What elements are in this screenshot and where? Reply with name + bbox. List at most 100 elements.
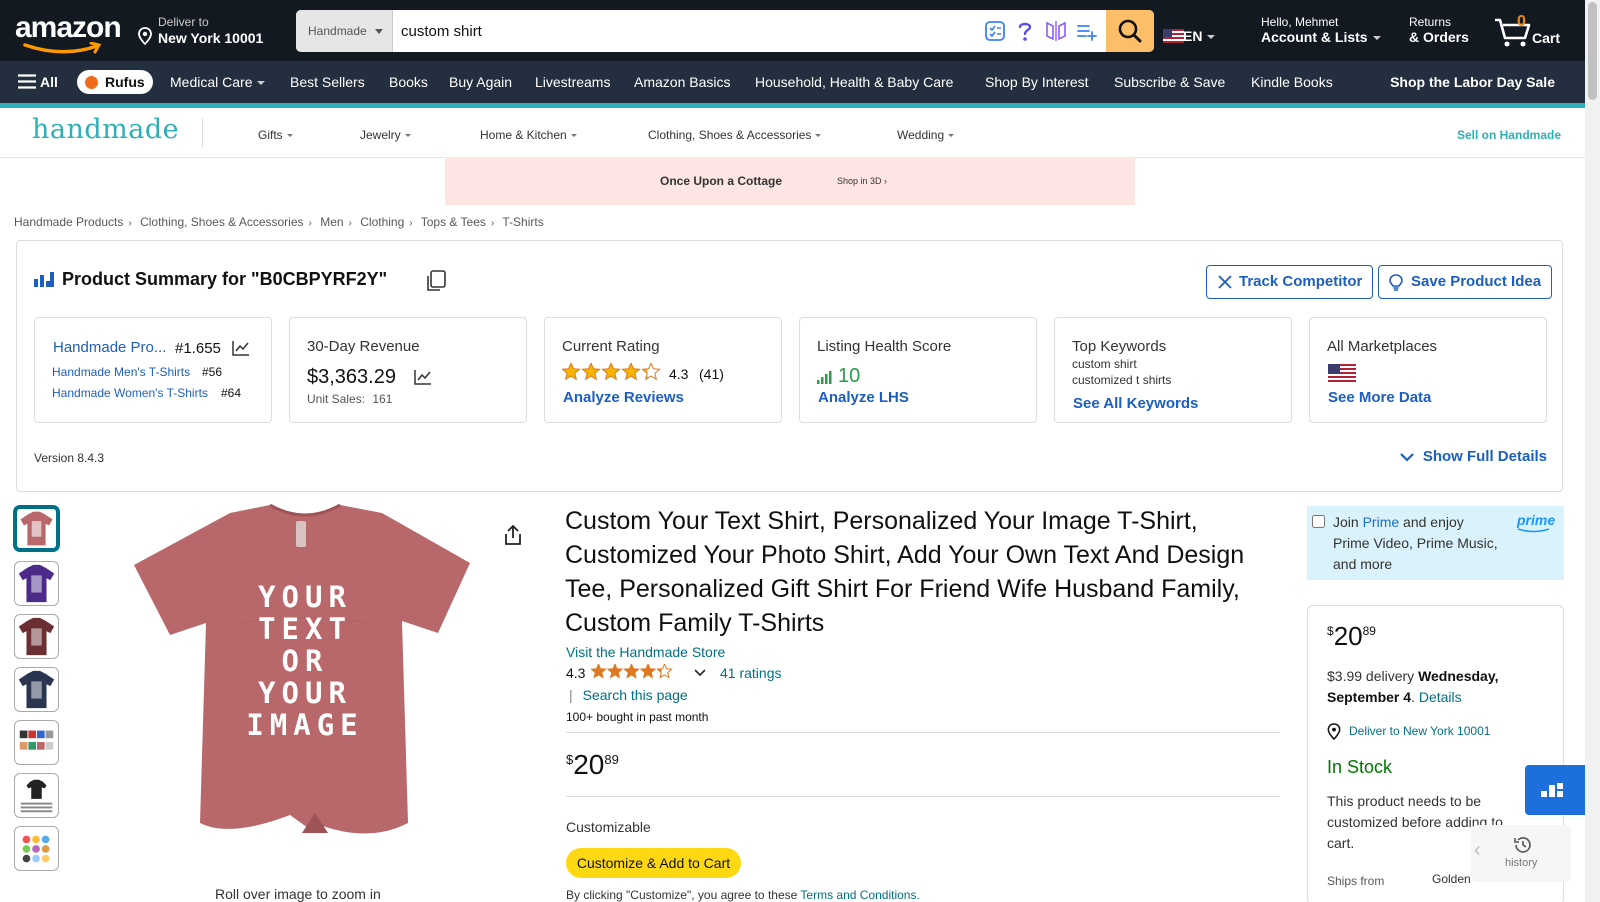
nav-item-medical-care[interactable]: Medical Care xyxy=(170,74,266,90)
thumbnail-image[interactable] xyxy=(14,561,59,606)
marketplaces-title: All Marketplaces xyxy=(1327,338,1438,355)
nav-item-kindle-books[interactable]: Kindle Books xyxy=(1251,74,1333,90)
scrollbar-thumb[interactable] xyxy=(1588,2,1597,100)
delivery-details-link[interactable]: Details xyxy=(1419,689,1462,705)
brand-banner-ad[interactable]: Once Upon a Cottage Shop in 3D › xyxy=(445,157,1135,205)
nav-item-buy-again[interactable]: Buy Again xyxy=(449,74,512,90)
main-category-link[interactable]: Handmade Pro... xyxy=(53,339,166,356)
prime-offer-text: Join Prime and enjoy Prime Video, Prime … xyxy=(1333,512,1503,575)
delivery-prefix: $3.99 delivery xyxy=(1327,668,1419,684)
breadcrumb-item[interactable]: Tops & Tees xyxy=(421,215,486,229)
handmade-logo[interactable]: handmade xyxy=(32,114,179,145)
compare-extension-icon[interactable] xyxy=(1044,20,1068,42)
join-prime-checkbox[interactable] xyxy=(1312,515,1325,528)
thumbnail-image[interactable] xyxy=(14,614,59,659)
smile-arrow-icon xyxy=(23,42,102,54)
rufus-button[interactable]: Rufus xyxy=(77,70,153,94)
product-summary-panel: Product Summary for "B0CBPYRF2Y" Track C… xyxy=(16,240,1563,492)
nav-item-best-sellers[interactable]: Best Sellers xyxy=(290,74,365,90)
show-full-details-toggle[interactable]: Show Full Details xyxy=(1399,448,1547,465)
customize-add-to-cart-button[interactable]: Customize & Add to Cart xyxy=(566,848,741,878)
handmade-tab-wedding[interactable]: Wedding xyxy=(897,128,955,142)
show-full-details-label: Show Full Details xyxy=(1422,448,1547,465)
save-product-idea-button[interactable]: Save Product Idea xyxy=(1378,265,1553,299)
track-competitor-button[interactable]: Track Competitor xyxy=(1206,265,1374,299)
ratings-count-link[interactable]: 41 ratings xyxy=(720,665,781,681)
question-extension-icon[interactable] xyxy=(1016,20,1034,42)
prime-logo-text: prime xyxy=(1517,512,1556,528)
search-department-select[interactable]: Handmade xyxy=(296,10,393,52)
trend-chart-icon[interactable] xyxy=(232,340,250,356)
hamburger-menu-icon xyxy=(18,74,36,89)
handmade-tab-home-kitchen[interactable]: Home & Kitchen xyxy=(480,128,577,142)
labor-day-sale-link[interactable]: Shop the Labor Day Sale xyxy=(1390,74,1555,90)
bought-count: 100+ bought in past month xyxy=(566,710,709,724)
track-competitor-label: Track Competitor xyxy=(1239,273,1363,290)
keywords-title: Top Keywords xyxy=(1072,338,1167,355)
breadcrumb-item[interactable]: Clothing xyxy=(360,215,404,229)
chevron-down-icon[interactable] xyxy=(694,669,706,677)
handmade-tab-jewelry[interactable]: Jewelry xyxy=(360,128,411,142)
handmade-tab-clothing[interactable]: Clothing, Shoes & Accessories xyxy=(648,128,822,142)
nav-item-livestreams[interactable]: Livestreams xyxy=(535,74,610,90)
star-icon xyxy=(641,363,661,381)
account-lists-menu[interactable]: Hello, Mehmet Account & Lists xyxy=(1261,15,1381,45)
returns-orders-link[interactable]: Returns & Orders xyxy=(1409,15,1469,45)
search-input[interactable] xyxy=(401,10,961,52)
deliver-line2: New York 10001 xyxy=(158,30,264,46)
main-product-image[interactable]: YOUR TEXT OR YOUR IMAGE xyxy=(120,503,490,858)
copy-icon[interactable] xyxy=(425,269,447,293)
thumbnail-image[interactable] xyxy=(14,720,59,765)
chevron-down-icon xyxy=(286,134,293,138)
divider xyxy=(566,732,1280,733)
buybox-price: $2089 xyxy=(1327,621,1376,652)
breadcrumb-item[interactable]: Clothing, Shoes & Accessories xyxy=(140,215,303,229)
lhs-value: 10 xyxy=(838,365,861,387)
page-scrollbar[interactable] xyxy=(1585,0,1600,902)
tab-label: Clothing, Shoes & Accessories xyxy=(648,128,812,142)
checklist-extension-icon[interactable] xyxy=(984,20,1006,42)
add-list-extension-icon[interactable] xyxy=(1076,20,1098,42)
thumbnail-image[interactable] xyxy=(14,667,59,712)
nav-item-amazon-basics[interactable]: Amazon Basics xyxy=(634,74,730,90)
marketplaces-card: All Marketplaces See More Data xyxy=(1309,317,1547,423)
search-submit-button[interactable] xyxy=(1106,10,1154,52)
analyze-lhs-link[interactable]: Analyze LHS xyxy=(818,389,909,406)
trend-chart-icon[interactable] xyxy=(414,369,432,385)
breadcrumb-item[interactable]: Men xyxy=(320,215,343,229)
breadcrumb-item[interactable]: T-Shirts xyxy=(502,215,543,229)
amazon-logo[interactable]: amazon xyxy=(15,12,125,54)
language-selector[interactable]: EN xyxy=(1163,28,1216,44)
color-dots-thumbnail xyxy=(22,835,50,863)
rating-stars-icon[interactable] xyxy=(591,664,711,682)
nav-item-shop-by-interest[interactable]: Shop By Interest xyxy=(985,74,1089,90)
subcategory-link-women[interactable]: Handmade Women's T-Shirts xyxy=(52,386,208,400)
store-link[interactable]: Visit the Handmade Store xyxy=(566,644,725,660)
location-pin-icon xyxy=(1327,723,1341,740)
sell-on-handmade-link[interactable]: Sell on Handmade xyxy=(1457,128,1561,142)
subcategory-link-men[interactable]: Handmade Men's T-Shirts xyxy=(52,365,190,379)
thumbnail-image[interactable] xyxy=(14,826,59,871)
terms-link[interactable]: Terms and Conditions. xyxy=(800,888,919,902)
thumbnail-image[interactable] xyxy=(14,506,59,551)
nav-item-subscribe-save[interactable]: Subscribe & Save xyxy=(1114,74,1225,90)
breadcrumb-item[interactable]: Handmade Products xyxy=(14,215,123,229)
us-flag-icon[interactable] xyxy=(1328,364,1356,382)
star-icon xyxy=(623,664,640,679)
thumbnail-image[interactable] xyxy=(14,773,59,818)
divider: | xyxy=(569,687,573,703)
share-icon[interactable] xyxy=(503,524,523,546)
analyze-reviews-link[interactable]: Analyze Reviews xyxy=(563,389,684,406)
handmade-tab-gifts[interactable]: Gifts xyxy=(258,128,293,142)
see-all-keywords-link[interactable]: See All Keywords xyxy=(1073,395,1198,412)
cart-button[interactable]: 0 Cart xyxy=(1493,13,1573,50)
extension-widget-button[interactable] xyxy=(1525,765,1585,815)
chevron-left-icon[interactable]: ‹ xyxy=(1474,839,1481,862)
nav-item-household[interactable]: Household, Health & Baby Care xyxy=(755,74,953,90)
search-this-page-link[interactable]: | Search this page xyxy=(569,687,688,703)
history-panel[interactable]: ‹ history xyxy=(1471,825,1571,882)
deliver-to-link[interactable]: Deliver to New York 10001 xyxy=(1327,723,1490,740)
see-more-data-link[interactable]: See More Data xyxy=(1328,389,1431,406)
all-menu-button[interactable]: All xyxy=(18,74,58,90)
nav-item-books[interactable]: Books xyxy=(389,74,428,90)
